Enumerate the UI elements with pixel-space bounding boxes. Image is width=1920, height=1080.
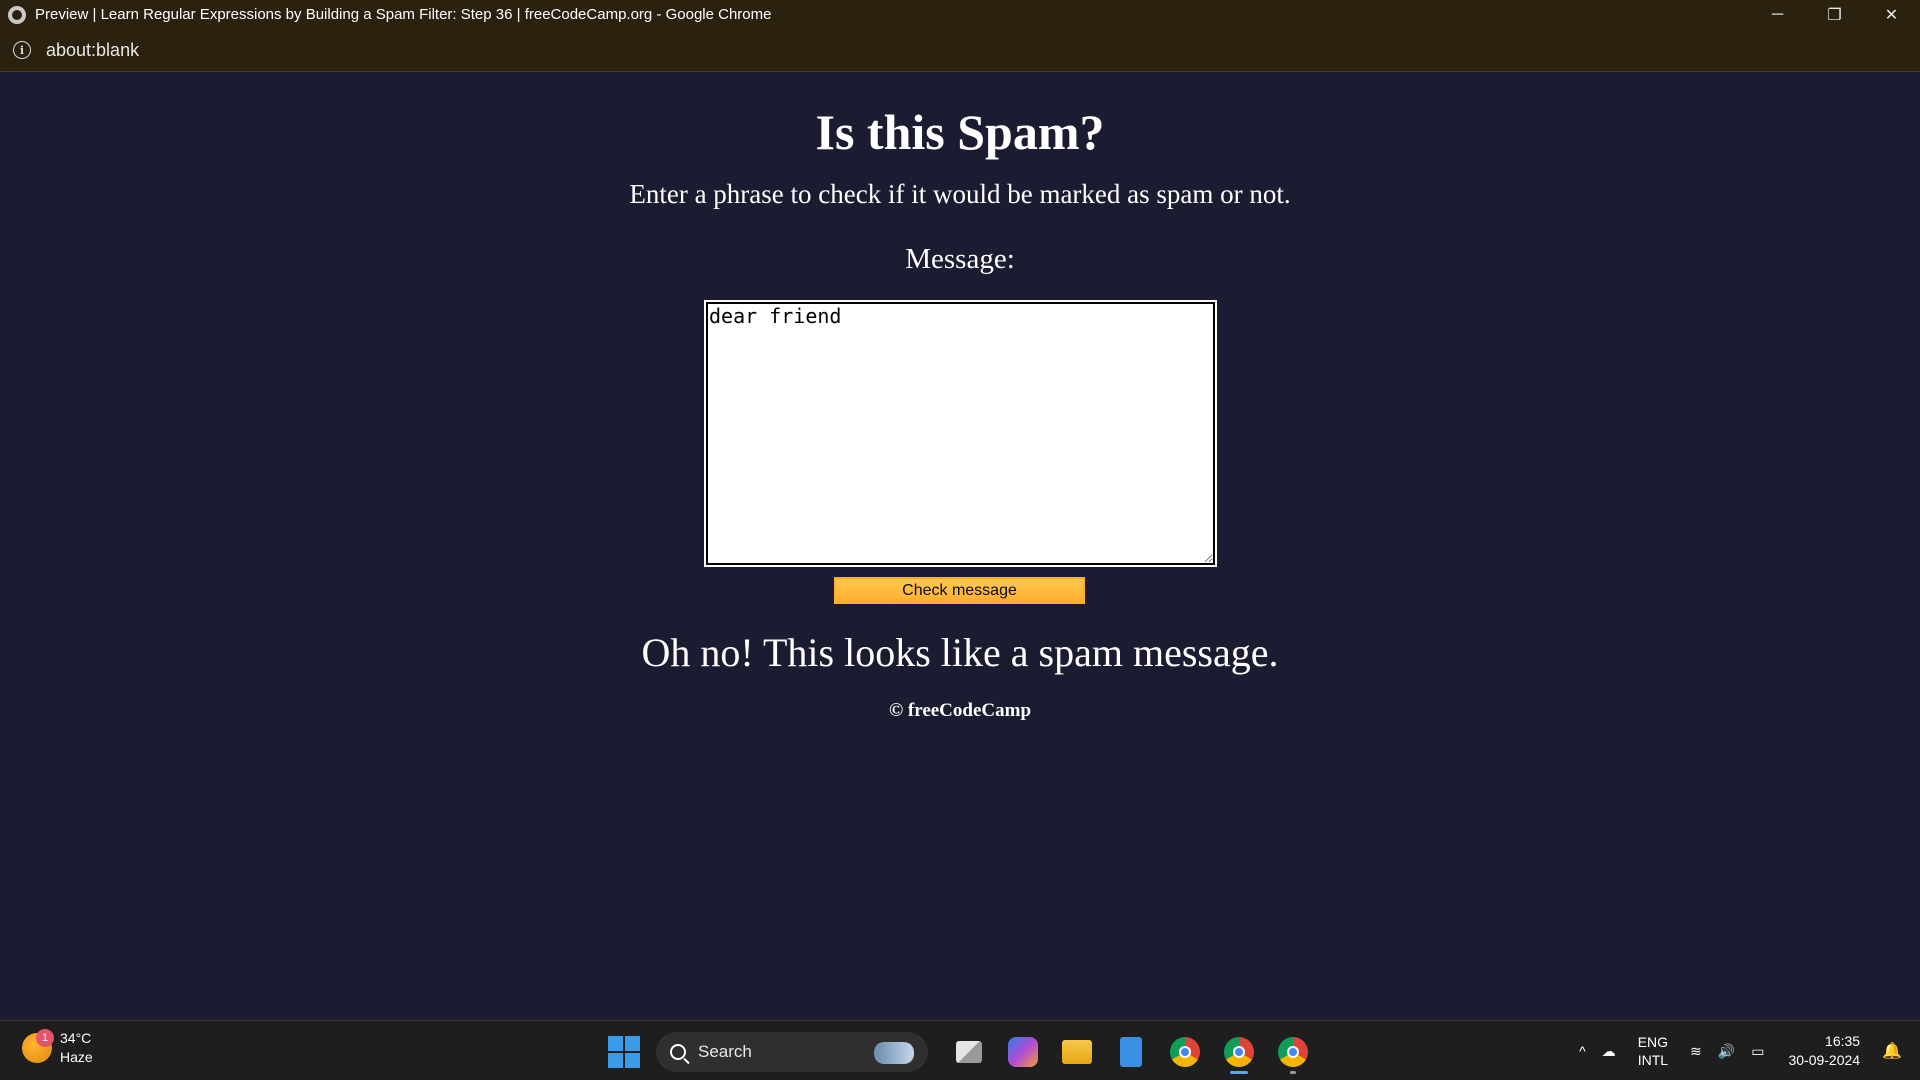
result-message: Oh no! This looks like a spam message. [641,630,1279,675]
clock[interactable]: 16:35 30-09-2024 [1788,1032,1860,1070]
weather-condition: Haze [60,1049,93,1065]
taskbar-app-notepad[interactable] [1108,1029,1154,1075]
window-controls: ─ ❐ ✕ [1749,0,1920,29]
search-label: Search [698,1042,752,1061]
start-button[interactable] [608,1036,640,1068]
window-title: Preview | Learn Regular Expressions by B… [35,6,772,23]
keyboard-layout: INTL [1637,1052,1669,1068]
message-input[interactable] [704,300,1217,567]
task-view-icon [956,1041,982,1063]
taskbar-app-chrome[interactable] [1162,1029,1208,1075]
page-title: Is this Spam? [815,104,1105,160]
url-text[interactable]: about:blank [46,40,139,61]
taskbar: 1 34°C Haze Search ^ ☁ ENG INTL ≋ 🔊 ▭ 16… [0,1020,1920,1080]
taskbar-search[interactable]: Search [656,1032,928,1072]
weather-icon: 1 [22,1029,54,1063]
taskbar-app-file-explorer[interactable] [1054,1029,1100,1075]
chevron-up-icon[interactable]: ^ [1579,1043,1586,1059]
chrome-icon [1224,1037,1254,1067]
info-icon[interactable]: i [13,41,31,59]
language-code: ENG [1637,1034,1669,1050]
minimize-button[interactable]: ─ [1749,0,1806,29]
chrome-icon [1170,1037,1200,1067]
notification-badge: 1 [36,1029,54,1047]
check-message-button[interactable]: Check message [834,577,1085,604]
language-indicator[interactable]: ENG INTL [1638,1033,1668,1069]
windows-logo-icon [608,1036,623,1051]
address-bar: i about:blank [0,29,1920,72]
taskbar-apps: Search [608,1029,1320,1075]
search-highlight-icon [874,1042,914,1064]
clock-date: 30-09-2024 [1788,1052,1861,1068]
battery-icon[interactable]: ▭ [1751,1043,1764,1060]
taskbar-app-copilot[interactable] [1000,1029,1046,1075]
taskbar-app-task-view[interactable] [946,1029,992,1075]
chrome-icon [1278,1037,1308,1067]
taskbar-app-chrome-active[interactable] [1216,1029,1262,1075]
notepad-icon [1120,1037,1142,1067]
clock-time: 16:35 [1825,1033,1861,1049]
wifi-icon[interactable]: ≋ [1690,1043,1702,1060]
search-icon [670,1044,686,1060]
page-content: Is this Spam? Enter a phrase to check if… [0,73,1920,1020]
window-titlebar: Preview | Learn Regular Expressions by B… [0,0,1920,29]
close-button[interactable]: ✕ [1863,0,1920,29]
page-description: Enter a phrase to check if it would be m… [629,179,1291,209]
volume-icon[interactable]: 🔊 [1718,1043,1735,1060]
cloud-icon[interactable]: ☁ [1602,1043,1616,1060]
weather-widget[interactable]: 1 34°C Haze [22,1029,93,1067]
restore-button[interactable]: ❐ [1806,0,1863,29]
folder-icon [1062,1040,1092,1064]
system-tray: ^ ☁ ENG INTL ≋ 🔊 ▭ 16:35 30-09-2024 🔔 [1571,1021,1920,1080]
footer-text: © freeCodeCamp [888,700,1032,721]
taskbar-app-chrome-other[interactable] [1270,1029,1316,1075]
bell-icon[interactable]: 🔔 [1882,1041,1902,1061]
globe-icon [8,5,26,24]
copilot-icon [1008,1037,1038,1067]
message-label: Message: [905,243,1015,275]
weather-temp: 34°C [60,1030,92,1046]
